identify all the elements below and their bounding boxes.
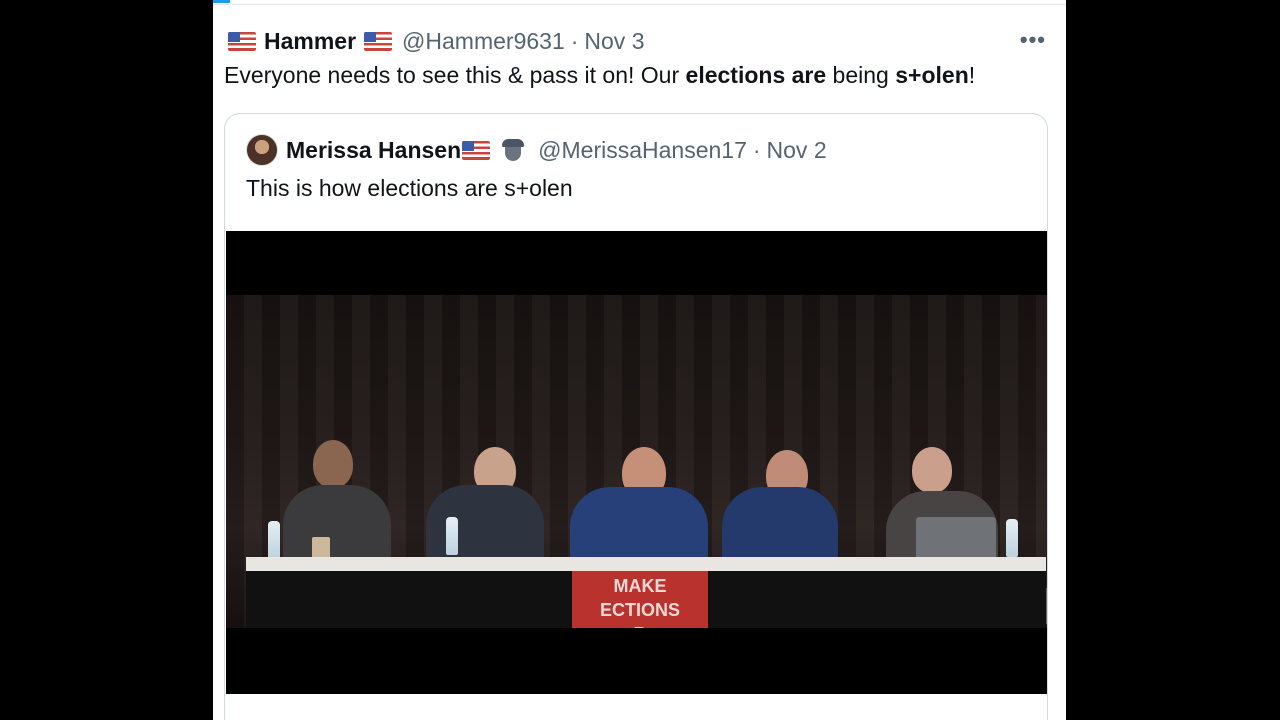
us-flag-icon xyxy=(364,31,393,51)
banner: MAKE ECTIONS R xyxy=(572,571,708,628)
separator: · xyxy=(752,136,761,163)
tweet-header: Hammer @Hammer9631 · Nov 3 xyxy=(224,26,645,56)
water-bottle xyxy=(446,517,458,555)
us-flag-icon xyxy=(228,31,256,51)
author-handle[interactable]: @Hammer9631 xyxy=(402,28,565,55)
video-frame: MAKE ECTIONS R xyxy=(226,295,1047,628)
quoted-tweet-header: Merissa Hansen @MerissaHansen17 · Nov 2 xyxy=(246,133,827,167)
tweet-card[interactable]: Hammer @Hammer9631 · Nov 3 ••• Everyone … xyxy=(213,0,1066,720)
table xyxy=(246,557,1046,571)
tweet-text: Everyone needs to see this & pass it on!… xyxy=(224,62,976,88)
divider xyxy=(213,0,1066,5)
avatar[interactable] xyxy=(246,134,278,166)
laptop xyxy=(916,517,996,561)
video-player[interactable]: MAKE ECTIONS R xyxy=(226,231,1047,694)
quoted-tweet[interactable]: Merissa Hansen @MerissaHansen17 · Nov 2 … xyxy=(224,113,1048,720)
quoted-tweet-date[interactable]: Nov 2 xyxy=(767,137,827,164)
water-bottle xyxy=(1006,519,1018,557)
author-name[interactable]: Hammer xyxy=(264,28,356,55)
quoted-author-name[interactable]: Merissa Hansen xyxy=(286,137,461,164)
quoted-author-handle[interactable]: @MerissaHansen17 xyxy=(538,137,747,164)
accent-mark xyxy=(213,0,230,3)
more-options-icon[interactable]: ••• xyxy=(1020,29,1046,51)
tweet-date[interactable]: Nov 3 xyxy=(584,28,644,55)
separator: · xyxy=(570,27,579,54)
us-flag-icon xyxy=(462,140,491,160)
spy-icon xyxy=(500,137,526,163)
water-bottle xyxy=(268,521,280,559)
quoted-tweet-text: This is how elections are s+olen xyxy=(246,175,573,201)
coffee-cup xyxy=(312,537,330,559)
